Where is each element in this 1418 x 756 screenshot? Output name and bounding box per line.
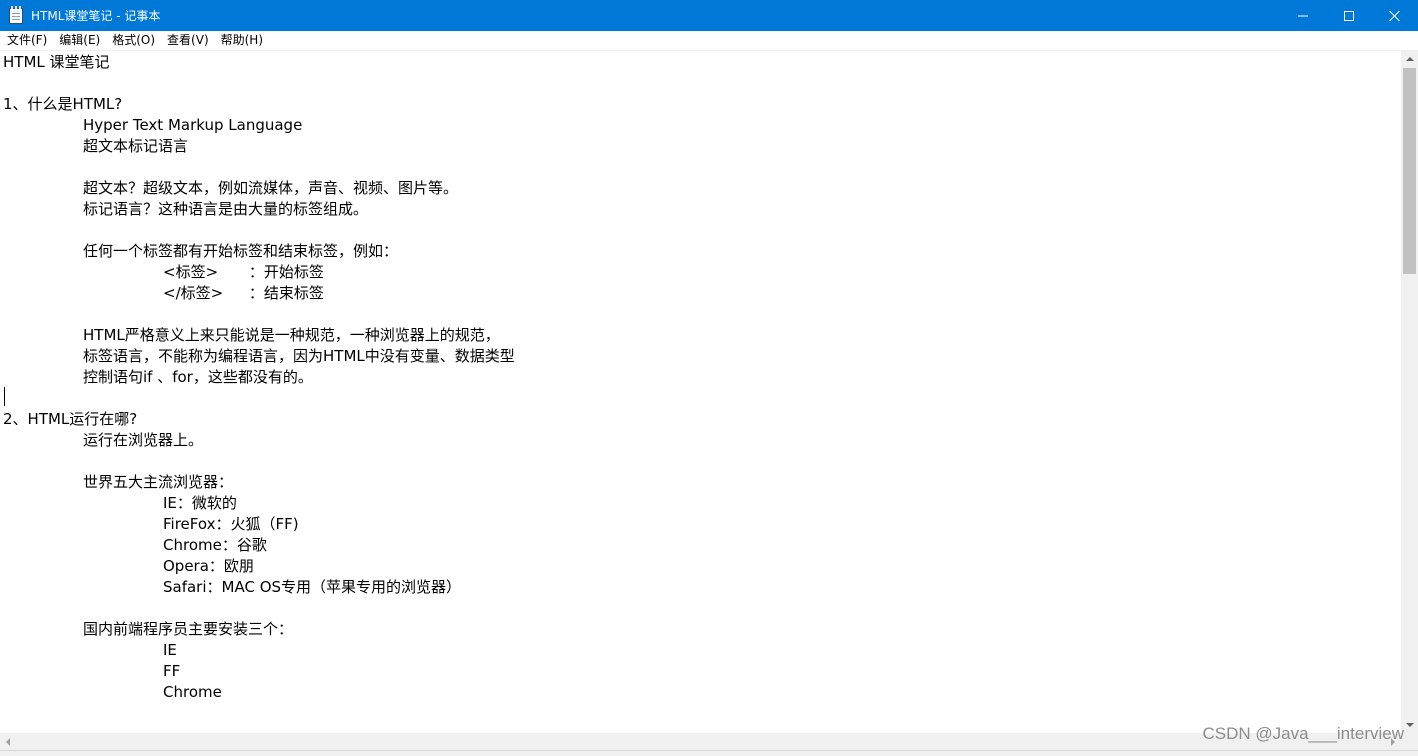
text-line: 运行在浏览器上。 <box>83 431 204 449</box>
status-bar <box>0 750 1418 756</box>
maximize-icon <box>1344 10 1354 21</box>
menu-bar: 文件(F) 编辑(E) 格式(O) 查看(V) 帮助(H) <box>0 31 1418 51</box>
menu-file[interactable]: 文件(F) <box>1 31 53 50</box>
text-line: Opera：欧朋 <box>163 557 254 575</box>
horizontal-scrollbar[interactable] <box>0 733 1401 750</box>
text-line: 超文本标记语言 <box>83 137 189 155</box>
text-line: HTML 课堂笔记 <box>3 53 110 71</box>
text-editor[interactable]: HTML 课堂笔记 1、什么是HTML? Hyper Text Markup Lan… <box>0 51 1401 733</box>
vertical-scroll-thumb[interactable] <box>1403 68 1416 274</box>
watermark: CSDN @Java___interview <box>1202 724 1404 743</box>
text-line: FireFox：火狐（FF) <box>163 515 299 533</box>
text-line: Chrome：谷歌 <box>163 536 267 554</box>
menu-format[interactable]: 格式(O) <box>106 31 161 50</box>
text-line: 国内前端程序员主要安装三个： <box>83 620 294 638</box>
text-line: 任何一个标签都有开始标签和结束标签，例如： <box>83 242 399 260</box>
text-line: 标签语言，不能称为编程语言，因为HTML中没有变量、数据类型 <box>83 347 515 365</box>
text-line: Chrome <box>163 683 222 701</box>
text-line: IE：微软的 <box>163 494 237 512</box>
text-line: FF <box>163 662 181 680</box>
text-line: Hyper Text Markup Language <box>83 116 303 134</box>
scroll-left-icon[interactable] <box>0 733 17 750</box>
close-button[interactable] <box>1372 0 1418 31</box>
text-line: 标记语言？这种语言是由大量的标签组成。 <box>83 200 369 218</box>
text-line: </标签> ：结束标签 <box>163 284 324 302</box>
notepad-icon <box>9 5 23 24</box>
text-line: 世界五大主流浏览器： <box>83 473 234 491</box>
vertical-scrollbar[interactable] <box>1401 51 1418 733</box>
text-line: Safari：MAC OS专用（苹果专用的浏览器） <box>163 578 462 596</box>
text-line: IE <box>163 641 177 659</box>
text-line: HTML严格意义上来只能说是一种规范，一种浏览器上的规范， <box>83 326 500 344</box>
text-line: <标签> ：开始标签 <box>163 263 324 281</box>
close-icon <box>1389 10 1401 22</box>
text-line: 控制语句if 、for，这些都没有的。 <box>83 368 313 386</box>
text-line: 超文本？超级文本，例如流媒体，声音、视频、图片等。 <box>83 179 459 197</box>
title-bar[interactable]: HTML课堂笔记 - 记事本 <box>0 0 1418 31</box>
minimize-icon <box>1298 15 1308 16</box>
window-controls <box>1280 0 1418 31</box>
text-caret <box>4 387 5 406</box>
minimize-button[interactable] <box>1280 0 1326 31</box>
window-title: HTML课堂笔记 - 记事本 <box>31 9 161 23</box>
text-line: 2、HTML运行在哪? <box>3 410 138 428</box>
scroll-up-icon[interactable] <box>1401 51 1418 68</box>
menu-help[interactable]: 帮助(H) <box>215 31 269 50</box>
menu-view[interactable]: 查看(V) <box>161 31 215 50</box>
menu-edit[interactable]: 编辑(E) <box>53 31 106 50</box>
text-line: 1、什么是HTML? <box>3 95 123 113</box>
maximize-button[interactable] <box>1326 0 1372 31</box>
